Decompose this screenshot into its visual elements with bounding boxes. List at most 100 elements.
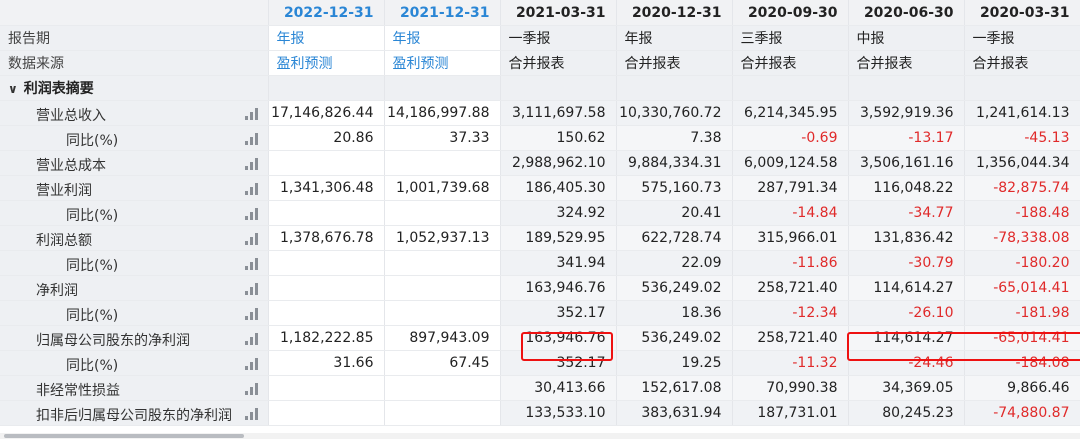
row-label: 同比(%) xyxy=(66,258,119,274)
period-header-2021-12-31[interactable]: 2021-12-31 xyxy=(384,0,501,26)
value-cell: -65,014.41 xyxy=(964,325,1080,351)
value-cell: 258,721.40 xyxy=(732,325,849,351)
value-cell xyxy=(384,250,501,276)
report-type-cell: 一季报 xyxy=(964,25,1080,51)
row-label-cell: 同比(%) xyxy=(0,200,269,226)
row-label-cell: 同比(%) xyxy=(0,350,269,376)
value-cell: -65,014.41 xyxy=(964,275,1080,301)
row-label: 归属母公司股东的净利润 xyxy=(36,333,190,349)
value-cell: 163,946.76 xyxy=(500,275,617,301)
value-cell: -30.79 xyxy=(848,250,965,276)
bar-chart-icon[interactable] xyxy=(244,181,260,195)
row-label-cell: 同比(%) xyxy=(0,300,269,326)
bar-chart-icon[interactable] xyxy=(244,356,260,370)
value-cell: 17,146,826.44 xyxy=(268,100,385,126)
value-cell: 6,009,124.58 xyxy=(732,150,849,176)
row-label: 营业总收入 xyxy=(36,108,106,124)
bar-chart-icon[interactable] xyxy=(244,156,260,170)
value-cell: 187,731.01 xyxy=(732,400,849,426)
value-cell: 7.38 xyxy=(616,125,733,151)
chevron-down-icon[interactable]: ∨ xyxy=(8,82,18,96)
data-source-cell: 合并报表 xyxy=(848,50,965,76)
period-header-2021-03-31[interactable]: 2021-03-31 xyxy=(500,0,617,26)
value-cell: 315,966.01 xyxy=(732,225,849,251)
data-source-cell[interactable]: 盈利预测 xyxy=(268,50,385,76)
value-cell: 1,182,222.85 xyxy=(268,325,385,351)
section-header-row[interactable]: ∨ 利润表摘要 xyxy=(0,75,1080,101)
period-header-2022-12-31[interactable]: 2022-12-31 xyxy=(268,0,385,26)
value-cell: 70,990.38 xyxy=(732,375,849,401)
bar-chart-icon[interactable] xyxy=(244,131,260,145)
table-row: 利润总额 1,378,676.78 1,052,937.13 189,529.95 62… xyxy=(0,225,1080,251)
value-cell: 1,001,739.68 xyxy=(384,175,501,201)
report-type-cell[interactable]: 年报 xyxy=(268,25,385,51)
period-header-2020-06-30[interactable]: 2020-06-30 xyxy=(848,0,965,26)
row-label: 净利润 xyxy=(36,283,78,299)
value-cell: 30,413.66 xyxy=(500,375,617,401)
report-type-cell[interactable]: 年报 xyxy=(384,25,501,51)
value-cell xyxy=(268,200,385,226)
row-label-cell: 扣非后归属母公司股东的净利润 xyxy=(0,400,269,426)
period-header-2020-09-30[interactable]: 2020-09-30 xyxy=(732,0,849,26)
bar-chart-icon[interactable] xyxy=(244,231,260,245)
row-label-cell: 非经常性损益 xyxy=(0,375,269,401)
table-row: 营业总收入 17,146,826.44 14,186,997.88 3,111,697… xyxy=(0,100,1080,126)
row-label: 同比(%) xyxy=(66,208,119,224)
value-cell: -188.48 xyxy=(964,200,1080,226)
bar-chart-icon[interactable] xyxy=(244,331,260,345)
section-toggle[interactable]: ∨ 利润表摘要 xyxy=(0,75,269,101)
data-source-label: 数据来源 xyxy=(0,50,269,76)
value-cell xyxy=(268,400,385,426)
value-cell: 622,728.74 xyxy=(616,225,733,251)
data-source-cell[interactable]: 盈利预测 xyxy=(384,50,501,76)
value-cell: 3,506,161.16 xyxy=(848,150,965,176)
value-cell: 19.25 xyxy=(616,350,733,376)
period-header-2020-12-31[interactable]: 2020-12-31 xyxy=(616,0,733,26)
value-cell: 31.66 xyxy=(268,350,385,376)
value-cell xyxy=(384,400,501,426)
bar-chart-icon[interactable] xyxy=(244,381,260,395)
scrollbar-thumb[interactable] xyxy=(4,434,244,438)
value-cell: 163,946.76 xyxy=(500,325,617,351)
bar-chart-icon[interactable] xyxy=(244,256,260,270)
data-source-cell: 合并报表 xyxy=(500,50,617,76)
value-cell: 6,214,345.95 xyxy=(732,100,849,126)
value-cell: -180.20 xyxy=(964,250,1080,276)
value-cell: 3,111,697.58 xyxy=(500,100,617,126)
table-row: 同比(%) 20.86 37.33 150.62 7.38 -0.69 -13.17 -45.… xyxy=(0,125,1080,151)
value-cell: -24.46 xyxy=(848,350,965,376)
table-row: 营业利润 1,341,306.48 1,001,739.68 186,405.30 57… xyxy=(0,175,1080,201)
period-header-row: 2022-12-31 2021-12-31 2021-03-31 2020-12-31… xyxy=(0,0,1080,26)
value-cell xyxy=(384,375,501,401)
row-label-cell: 利润总额 xyxy=(0,225,269,251)
period-header-2020-03-31[interactable]: 2020-03-31 xyxy=(964,0,1080,26)
value-cell: -82,875.74 xyxy=(964,175,1080,201)
value-cell: 9,884,334.31 xyxy=(616,150,733,176)
table-row: 归属母公司股东的净利润 1,182,222.85 897,943.09 163,946… xyxy=(0,325,1080,351)
value-cell xyxy=(268,275,385,301)
value-cell xyxy=(268,375,385,401)
row-label: 营业总成本 xyxy=(36,158,106,174)
value-cell: 1,052,937.13 xyxy=(384,225,501,251)
value-cell: 37.33 xyxy=(384,125,501,151)
value-cell: 114,614.27 xyxy=(848,325,965,351)
bar-chart-icon[interactable] xyxy=(244,206,260,220)
data-source-cell: 合并报表 xyxy=(616,50,733,76)
value-cell: -78,338.08 xyxy=(964,225,1080,251)
bar-chart-icon[interactable] xyxy=(244,281,260,295)
value-cell: 383,631.94 xyxy=(616,400,733,426)
value-cell: 536,249.02 xyxy=(616,325,733,351)
value-cell: -74,880.87 xyxy=(964,400,1080,426)
bar-chart-icon[interactable] xyxy=(244,106,260,120)
value-cell: 34,369.05 xyxy=(848,375,965,401)
value-cell: 150.62 xyxy=(500,125,617,151)
bar-chart-icon[interactable] xyxy=(244,306,260,320)
table-row: 非经常性损益 30,413.66 152,617.08 70,990.38 34,369… xyxy=(0,375,1080,401)
bar-chart-icon[interactable] xyxy=(244,406,260,420)
value-cell xyxy=(384,275,501,301)
table-row: 营业总成本 2,988,962.10 9,884,334.31 6,009,124.5… xyxy=(0,150,1080,176)
table-row: 同比(%) 324.92 20.41 -14.84 -34.77 -188.48 xyxy=(0,200,1080,226)
value-cell xyxy=(268,150,385,176)
value-cell: -14.84 xyxy=(732,200,849,226)
horizontal-scrollbar[interactable] xyxy=(0,433,1080,439)
